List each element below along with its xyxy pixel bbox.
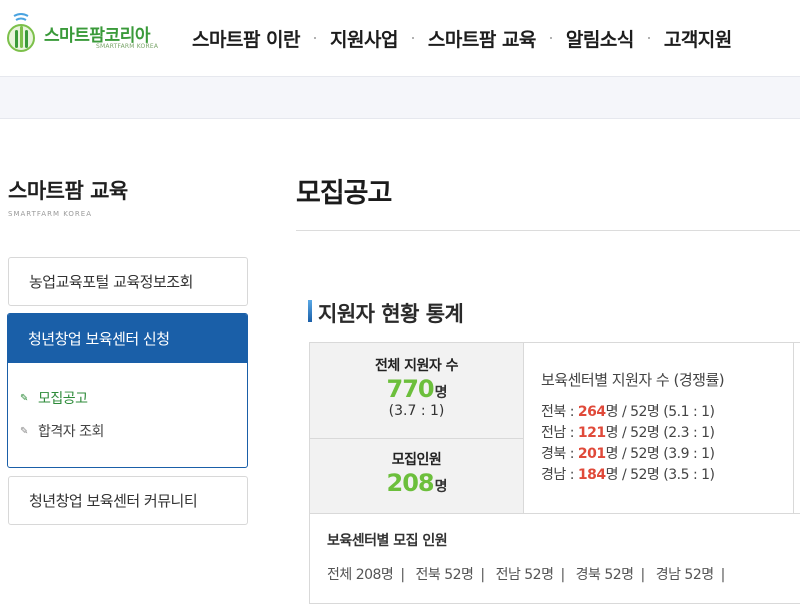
center-row-jeonbuk: 전북 : 264명 / 52명 (5.1 : 1)	[541, 404, 715, 420]
site-header: 스마트팜코리아 SMARTFARM KOREA 스마트팜 이란 지원사업 스마트…	[0, 0, 800, 76]
sidebar-item-community[interactable]: 청년창업 보육센터 커뮤니티	[8, 476, 248, 525]
center-applicants-heading: 보육센터별 지원자 수 (경쟁률)	[541, 371, 725, 389]
sidebar-subitem-recruitment-notice[interactable]: ✎ 모집공고	[20, 388, 88, 408]
nav-customer-support[interactable]: 고객지원	[652, 25, 744, 52]
main-nav: 스마트팜 이란 지원사업 스마트팜 교육 알림소식 고객지원	[180, 22, 744, 54]
nav-smartfarm-education[interactable]: 스마트팜 교육	[416, 25, 548, 52]
nav-separator	[647, 37, 650, 39]
logo-subtext: SMARTFARM KOREA	[96, 43, 159, 50]
header-band	[0, 76, 800, 119]
nav-news[interactable]: 알림소식	[554, 25, 646, 52]
section-marker	[308, 300, 312, 322]
total-applicants-label: 전체 지원자 수	[374, 358, 459, 374]
pencil-icon: ✎	[20, 425, 28, 437]
recruit-count-cell: 모집인원 208명	[310, 439, 524, 513]
total-applicants-cell: 전체 지원자 수 770명 (3.7 : 1)	[310, 343, 524, 439]
table-divider	[793, 343, 794, 513]
sidebar-subitem-pass-check[interactable]: ✎ 합격자 조회	[20, 421, 104, 441]
center-row-jeonnam: 전남 : 121명 / 52명 (2.3 : 1)	[541, 425, 715, 441]
recruit-item: 전남 52명	[495, 567, 554, 583]
recruit-item: 경북 52명	[575, 567, 634, 583]
nav-separator	[314, 37, 316, 39]
applicant-stats-table: 전체 지원자 수 770명 (3.7 : 1) 모집인원 208명 보육센터별 …	[309, 342, 800, 604]
sidebar-title: 스마트팜 교육	[8, 179, 128, 203]
recruit-by-center-list: 전체 208명 | 전북 52명 | 전남 52명 | 경북 52명 | 경남 52명 |	[327, 567, 725, 583]
center-row-gyeongnam: 경남 : 184명 / 52명 (3.5 : 1)	[541, 467, 715, 483]
recruit-by-center-row: 보육센터별 모집 인원 전체 208명 | 전북 52명 | 전남 52명 | 경북 …	[310, 513, 800, 605]
page-title: 모집공고	[296, 178, 392, 209]
nav-smartfarm-intro[interactable]: 스마트팜 이란	[180, 25, 312, 52]
nav-separator	[411, 37, 414, 39]
sidebar-item-education-portal[interactable]: 농업교육포털 교육정보조회	[8, 257, 248, 306]
recruit-count-value: 208명	[386, 469, 448, 497]
section-title: 지원자 현황 통계	[318, 302, 464, 326]
sidebar-item-incubation-apply-label[interactable]: 청년창업 보육센터 신청	[8, 314, 247, 363]
center-applicants-cell: 보육센터별 지원자 수 (경쟁률) 전북 : 264명 / 52명 (5.1 :…	[524, 343, 794, 513]
pencil-icon: ✎	[20, 392, 28, 404]
recruit-by-center-heading: 보육센터별 모집 인원	[327, 533, 448, 549]
sidebar-subitem-label: 합격자 조회	[38, 424, 104, 440]
sidebar-subitem-label: 모집공고	[38, 391, 88, 407]
center-row-gyeongbuk: 경북 : 201명 / 52명 (3.9 : 1)	[541, 446, 715, 462]
nav-separator	[549, 37, 552, 39]
total-ratio: (3.7 : 1)	[388, 403, 445, 419]
title-divider	[296, 230, 800, 231]
total-applicants-value: 770명	[386, 375, 448, 403]
recruit-item: 경남 52명	[655, 567, 714, 583]
recruit-count-label: 모집인원	[391, 452, 442, 468]
site-logo[interactable]: 스마트팜코리아 SMARTFARM KOREA	[6, 12, 166, 60]
recruit-item: 전체 208명	[327, 567, 394, 583]
sidebar-subtitle: SMARTFARM KOREA	[8, 210, 92, 218]
recruit-item: 전북 52명	[415, 567, 474, 583]
smartfarm-logo-icon	[7, 13, 35, 52]
nav-support-program[interactable]: 지원사업	[318, 25, 410, 52]
